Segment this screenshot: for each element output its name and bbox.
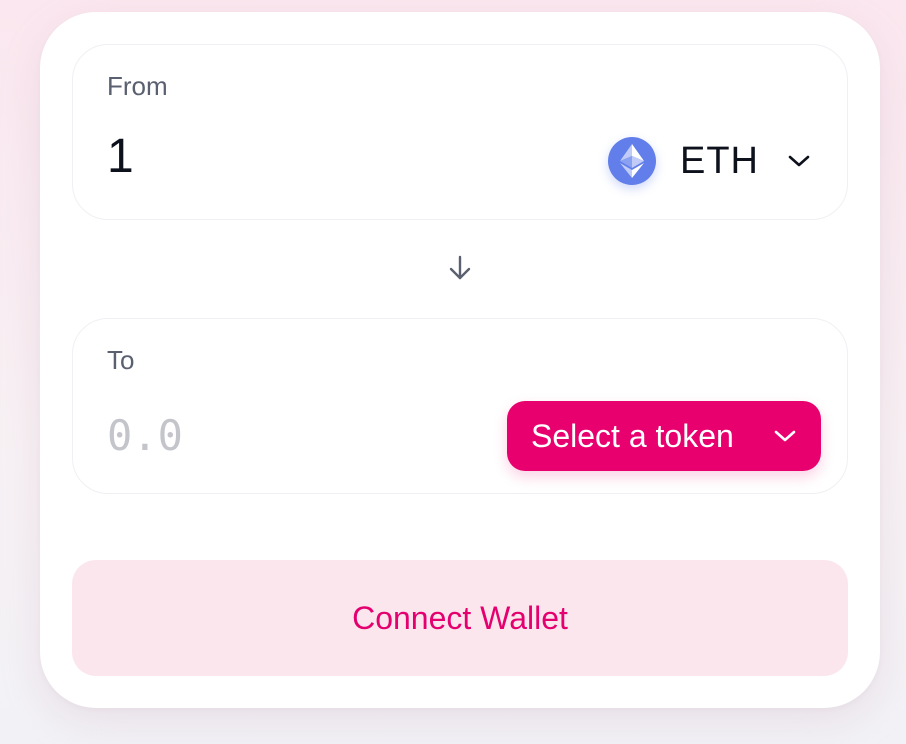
from-token-selector[interactable]: ETH [608,133,811,189]
from-label: From [107,71,168,101]
connect-wallet-button[interactable]: Connect Wallet [72,560,848,676]
from-amount-input[interactable]: 1 [107,133,134,181]
select-token-button[interactable]: Select a token [507,401,821,471]
to-label: To [107,345,135,375]
switch-direction-button[interactable] [444,252,476,284]
from-token-symbol: ETH [680,139,759,182]
swap-card: From 1 ETH To 0.0 Select a token Connect… [40,12,880,708]
from-panel: From 1 ETH [72,44,848,220]
chevron-down-icon [773,424,797,448]
select-token-label: Select a token [531,417,734,454]
chevron-down-icon [787,149,811,173]
to-amount-input[interactable] [107,411,407,460]
arrow-down-icon [449,255,471,280]
to-panel: To Select a token [72,318,848,494]
ethereum-icon [608,137,656,185]
